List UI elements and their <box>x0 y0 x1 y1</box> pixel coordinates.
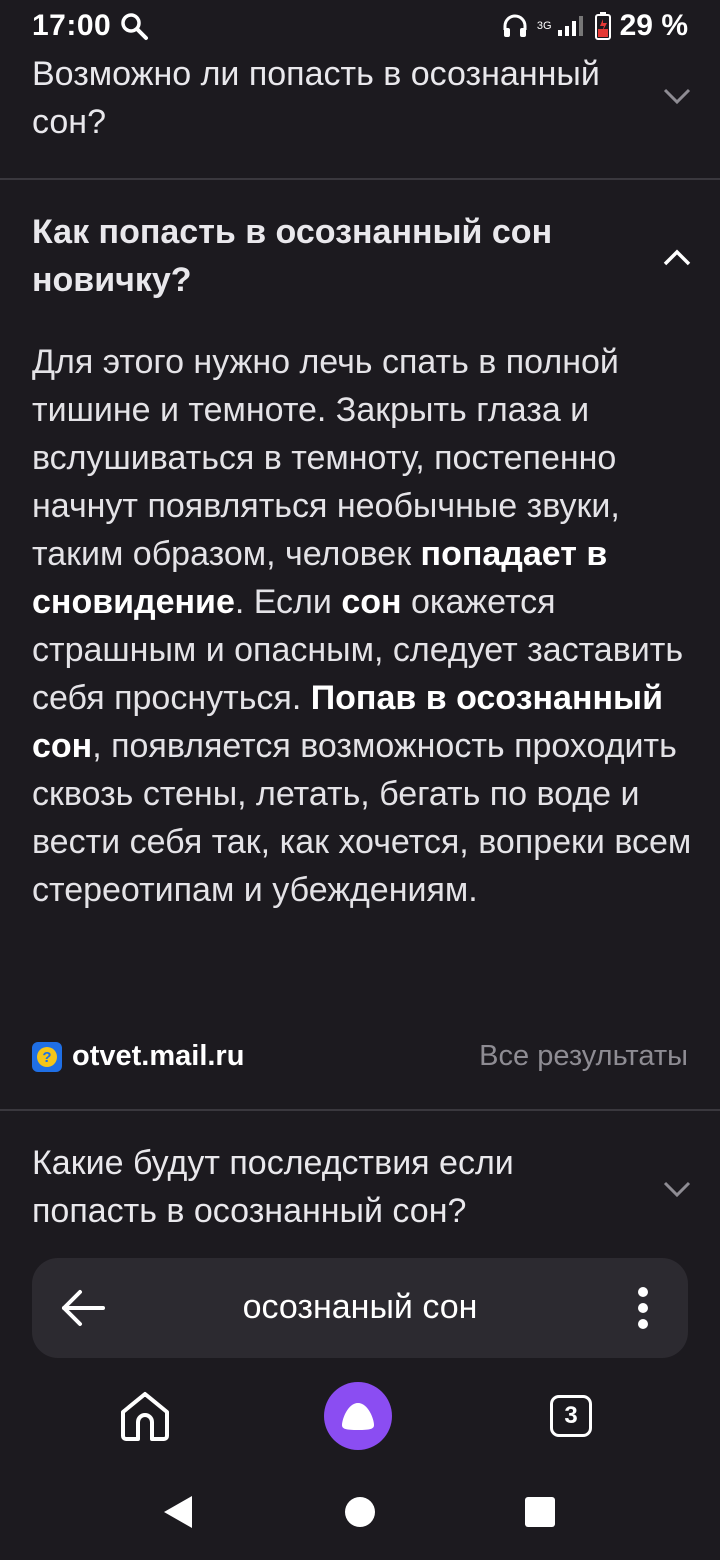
source-link[interactable]: ? otvet.mail.ru <box>32 1040 244 1073</box>
tabs-button[interactable]: 3 <box>550 1395 592 1437</box>
battery-percent: 29 % <box>619 9 688 42</box>
tabs-count: 3 <box>550 1395 592 1437</box>
more-vertical-icon[interactable] <box>636 1286 650 1330</box>
chevron-down-icon[interactable] <box>662 1179 692 1199</box>
faq-item-2[interactable]: Как попасть в осознанный сон новичку? <box>0 180 720 320</box>
answer-part: , появляется возможность проходить сквоз… <box>32 727 692 909</box>
faq-question: Возможно ли попасть в осознанный сон? <box>32 55 600 141</box>
status-left: 17:00 <box>32 9 149 43</box>
alice-icon <box>324 1382 392 1450</box>
faq-question-expanded: Как попасть в осознанный сон новичку? <box>32 213 553 299</box>
search-icon <box>121 13 149 40</box>
status-time: 17:00 <box>32 9 112 42</box>
faq-item-1[interactable]: Возможно ли попасть в осознанный сон? <box>0 48 720 178</box>
answer-part: . Если <box>234 583 342 621</box>
svg-text:?: ? <box>42 1049 51 1066</box>
system-home-icon[interactable] <box>344 1496 376 1528</box>
home-icon <box>121 1392 169 1441</box>
system-back-icon[interactable] <box>162 1494 194 1530</box>
battery-icon <box>594 12 611 40</box>
search-bar[interactable]: осознаный сон <box>32 1258 688 1358</box>
chevron-up-icon[interactable] <box>662 248 692 268</box>
answer-highlight: сон <box>341 583 402 621</box>
faq-question: Какие будут последствия если попасть в о… <box>32 1144 514 1230</box>
faq-item-3[interactable]: Какие будут последствия если попасть в о… <box>0 1111 720 1241</box>
system-recents-icon[interactable] <box>524 1496 556 1528</box>
answer-text: Для этого нужно лечь спать в полной тиши… <box>32 338 702 914</box>
search-query[interactable]: осознаный сон <box>32 1288 688 1327</box>
status-right: 3G 29 % <box>501 9 688 43</box>
source-name: otvet.mail.ru <box>72 1040 245 1072</box>
question-mark-icon: ? <box>32 1041 62 1072</box>
headphones-icon <box>503 14 527 37</box>
home-button[interactable] <box>118 1390 172 1447</box>
network-label: 3G <box>536 20 552 32</box>
signal-icon <box>557 16 583 36</box>
chevron-down-icon[interactable] <box>662 86 692 106</box>
alice-button[interactable] <box>324 1382 392 1450</box>
status-bar: 17:00 3G 29 % <box>0 0 720 52</box>
all-results-link[interactable]: Все результаты <box>479 1040 688 1073</box>
